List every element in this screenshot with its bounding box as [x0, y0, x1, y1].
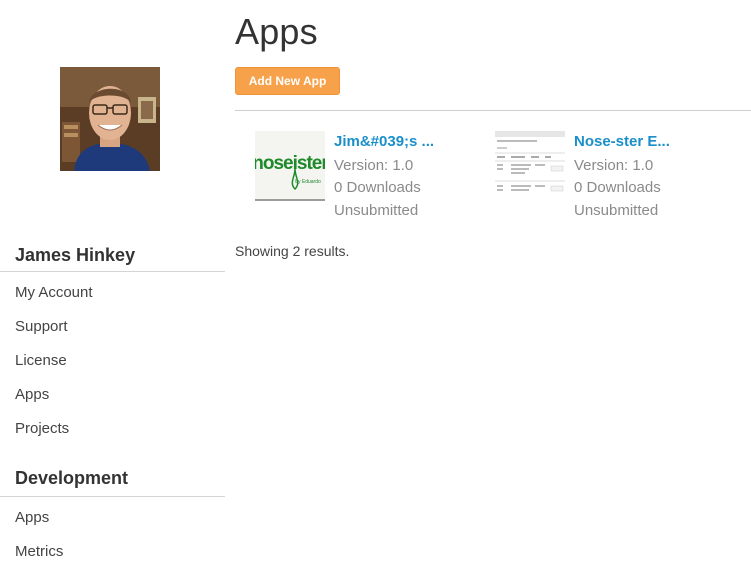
page-title: Apps: [235, 11, 318, 52]
app-card: Nose-ster E... Version: 1.0 0 Downloads …: [495, 131, 745, 221]
app-status: Unsubmitted: [334, 202, 419, 219]
app-version: Version: 1.0: [334, 157, 414, 174]
app-title-link[interactable]: Jim&#039;s ...: [334, 133, 434, 150]
sidebar-item-support[interactable]: Support: [15, 318, 68, 335]
sidebar-item-license[interactable]: License: [15, 352, 67, 369]
results-count: Showing 2 results.: [235, 243, 350, 259]
app-logo-text: noseister: [255, 153, 325, 174]
sidebar-item-projects[interactable]: Projects: [15, 420, 69, 437]
app-title-link[interactable]: Nose-ster E...: [574, 133, 670, 150]
divider: [235, 110, 751, 111]
sidebar-item-my-account[interactable]: My Account: [15, 284, 93, 301]
sidebar: James Hinkey My Account Support License …: [0, 0, 225, 573]
divider: [0, 271, 225, 272]
app-screenshot-image: [495, 131, 565, 201]
sidebar-item-apps[interactable]: Apps: [15, 386, 49, 403]
app-thumbnail[interactable]: noseister by Eduardo: [255, 131, 325, 201]
sidebar-item-metrics[interactable]: Metrics: [15, 543, 63, 560]
app-downloads: 0 Downloads: [574, 179, 661, 196]
divider: [0, 496, 225, 497]
app-downloads: 0 Downloads: [334, 179, 421, 196]
avatar-photo: [60, 67, 160, 171]
app-logo-subtext: by Eduardo: [295, 179, 321, 185]
app-thumbnail[interactable]: [495, 131, 565, 201]
avatar: [60, 67, 160, 171]
app-status: Unsubmitted: [574, 202, 659, 219]
sidebar-item-dev-apps[interactable]: Apps: [15, 509, 49, 526]
app-card: noseister by Eduardo Jim&#039;s ... Vers…: [255, 131, 485, 221]
development-heading: Development: [15, 468, 129, 488]
app-logo-image: noseister by Eduardo: [255, 131, 325, 201]
add-new-app-button[interactable]: Add New App: [235, 67, 340, 95]
user-name-heading: James Hinkey: [15, 245, 136, 265]
app-version: Version: 1.0: [574, 157, 654, 174]
